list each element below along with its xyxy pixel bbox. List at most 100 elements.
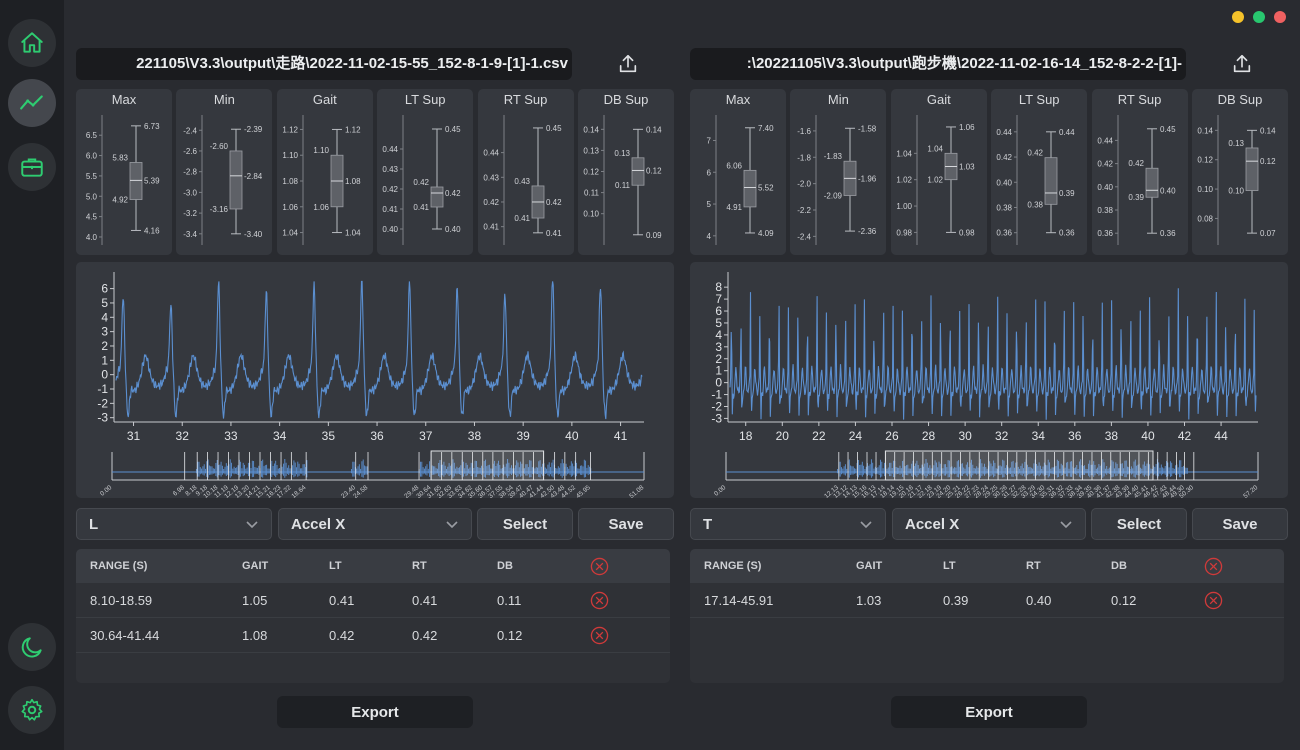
nav-toolbox-button[interactable]	[8, 143, 56, 191]
results-table: RANGE (S) GAIT LT RT DB 8.10-18.59 1.05 0.41 0.4…	[76, 549, 670, 683]
x-tick-label: 41	[614, 429, 628, 443]
stat-tick-label: 0.12	[583, 168, 599, 177]
upload-button[interactable]	[1228, 50, 1256, 78]
stat-tick-label: 0.44	[483, 149, 499, 158]
delete-row-icon[interactable]	[590, 626, 609, 645]
upload-button[interactable]	[614, 50, 642, 78]
x-tick-label: 42	[1178, 429, 1192, 443]
file-path-display: :\20221105\V3.3\output\跑步機\2022-11-02-16…	[690, 48, 1186, 80]
table-cell: 0.12	[497, 628, 523, 643]
box-iqr[interactable]	[743, 169, 757, 208]
box-iqr[interactable]	[1245, 147, 1259, 191]
stat-tick-label: 0.14	[583, 125, 599, 134]
chevron-down-icon	[446, 521, 458, 529]
signal-chart-card: 6 5 4 3 2 1 0 -1 -2 -3 31 32 33 34 35 36 37 38 39 40 41 6.98 8…	[76, 262, 674, 498]
column-header: LT	[329, 560, 342, 572]
box-median-label: -1.96	[858, 174, 877, 183]
box-max-label: 0.14	[1260, 126, 1276, 135]
stat-tick-label: 0.42	[483, 198, 499, 207]
table-row: 8.10-18.59 1.05 0.41 0.41 0.11	[76, 583, 670, 618]
x-tick-label: 38	[1105, 429, 1119, 443]
theme-toggle-button[interactable]	[8, 623, 56, 671]
table-cell: 0.12	[1111, 593, 1137, 608]
box-q1-label: 0.41	[514, 214, 530, 223]
column-header: RANGE (S)	[90, 560, 148, 572]
stat-tick-label: 5.0	[86, 192, 98, 201]
box-q3-label: 0.42	[414, 178, 430, 187]
export-button[interactable]: Export	[277, 696, 473, 728]
overview-selection-window[interactable]	[430, 450, 545, 481]
signal-chart[interactable]: 6543210-1-2-331 32 33 34 35 36 37 38 39 40 416.988…	[76, 262, 674, 498]
column-header: GAIT	[856, 560, 883, 572]
x-tick-label: 44	[1214, 429, 1228, 443]
save-button[interactable]: Save	[1192, 508, 1288, 540]
stat-boxplot: 0.44 0.42 0.40 0.38 0.36 0.45 0.40 0.36 0.42 0.39	[1097, 115, 1176, 245]
box-iqr[interactable]	[1044, 157, 1058, 205]
box-q1-label: 4.91	[726, 203, 742, 212]
save-button[interactable]: Save	[578, 508, 674, 540]
stat-tick-label: 0.41	[483, 223, 499, 232]
export-button[interactable]: Export	[891, 696, 1087, 728]
chevron-down-icon	[860, 521, 872, 529]
channel-select-value: Accel X	[905, 515, 960, 533]
settings-button[interactable]	[8, 686, 56, 734]
y-tick-label: 6	[101, 282, 108, 296]
x-tick-label: 32	[176, 429, 190, 443]
sidebar	[0, 0, 64, 750]
box-median-label: 5.39	[144, 176, 160, 185]
box-min-label: 0.98	[959, 228, 975, 237]
box-iqr[interactable]	[129, 162, 143, 200]
file-path-display: 221105\V3.3\output\走路\2022-11-02-15-55_1…	[76, 48, 572, 80]
stat-boxplot: 0.14 0.13 0.12 0.11 0.10 0.14 0.12 0.09 0.13 0.11	[583, 115, 662, 245]
stat-boxplot: 0.44 0.43 0.42 0.41 0.45 0.42 0.41 0.43 0.41	[483, 115, 562, 245]
stat-title: LT Sup	[1018, 92, 1060, 107]
box-median-label: 1.08	[345, 177, 361, 186]
leg-select[interactable]: L	[76, 508, 272, 540]
stat-tick-label: -2.0	[798, 180, 812, 189]
stat-title: DB Sup	[603, 92, 649, 107]
clear-all-icon[interactable]	[1204, 557, 1223, 576]
box-q3-label: -1.83	[824, 152, 843, 161]
nav-analysis-button[interactable]	[8, 79, 56, 127]
table-cell: 0.40	[1026, 593, 1052, 608]
box-min-label: -2.36	[858, 227, 877, 236]
channel-select[interactable]: Accel X	[278, 508, 472, 540]
stat-tick-label: 1.10	[282, 151, 298, 160]
x-tick-label: 36	[1068, 429, 1082, 443]
leg-select[interactable]: T	[690, 508, 886, 540]
overview-selection-window[interactable]	[884, 450, 1154, 481]
box-iqr[interactable]	[430, 186, 444, 208]
delete-row-icon[interactable]	[1204, 591, 1223, 610]
stat-tick-label: 6.5	[86, 131, 98, 140]
stat-card-lt-sup: LT Sup 0.44 0.42 0.40 0.38 0.36 0.44 0.39 0.36 0.…	[991, 89, 1088, 255]
stat-tick-label: 0.42	[997, 153, 1013, 162]
x-tick-label: 32	[995, 429, 1009, 443]
channel-select[interactable]: Accel X	[892, 508, 1086, 540]
stat-tick-label: 6.0	[86, 152, 98, 161]
column-header: RANGE (S)	[704, 560, 762, 572]
select-button[interactable]: Select	[1091, 508, 1187, 540]
clear-all-icon[interactable]	[590, 557, 609, 576]
box-q3-label: 0.13	[614, 149, 630, 158]
delete-row-icon[interactable]	[590, 591, 609, 610]
box-iqr[interactable]	[631, 157, 645, 186]
box-min-label: 0.09	[646, 231, 662, 240]
stat-boxplot: 0.44 0.42 0.40 0.38 0.36 0.44 0.39 0.36 0.42 0.38	[997, 115, 1075, 245]
stat-tick-label: 1.06	[282, 203, 298, 212]
stat-tick-label: -2.2	[798, 206, 812, 215]
x-tick-label: 20	[776, 429, 790, 443]
column-header: RT	[1026, 560, 1041, 572]
stat-tick-label: 0.38	[997, 203, 1013, 212]
box-q3-label: 1.04	[927, 144, 943, 153]
box-iqr[interactable]	[1145, 167, 1158, 198]
stat-card-gait: Gait 1.04 1.02 1.00 0.98 1.06 1.03 0.98 1.04 1.02	[890, 89, 987, 255]
select-button[interactable]: Select	[477, 508, 573, 540]
stat-title: Min	[827, 92, 849, 107]
signal-chart[interactable]: 876543210-1-2-318 20 22 24 26 28 30 32 34 36 38 40 4…	[690, 262, 1288, 498]
stat-tick-label: -2.6	[184, 147, 198, 156]
stat-card-max: Max 7 6 5 4 7.40 5.52 4.09 6.06 4.91	[690, 89, 786, 255]
nav-home-button[interactable]	[8, 19, 56, 67]
stat-tick-label: 1.08	[282, 177, 298, 186]
box-iqr[interactable]	[229, 150, 243, 210]
chevron-down-icon	[246, 521, 258, 529]
